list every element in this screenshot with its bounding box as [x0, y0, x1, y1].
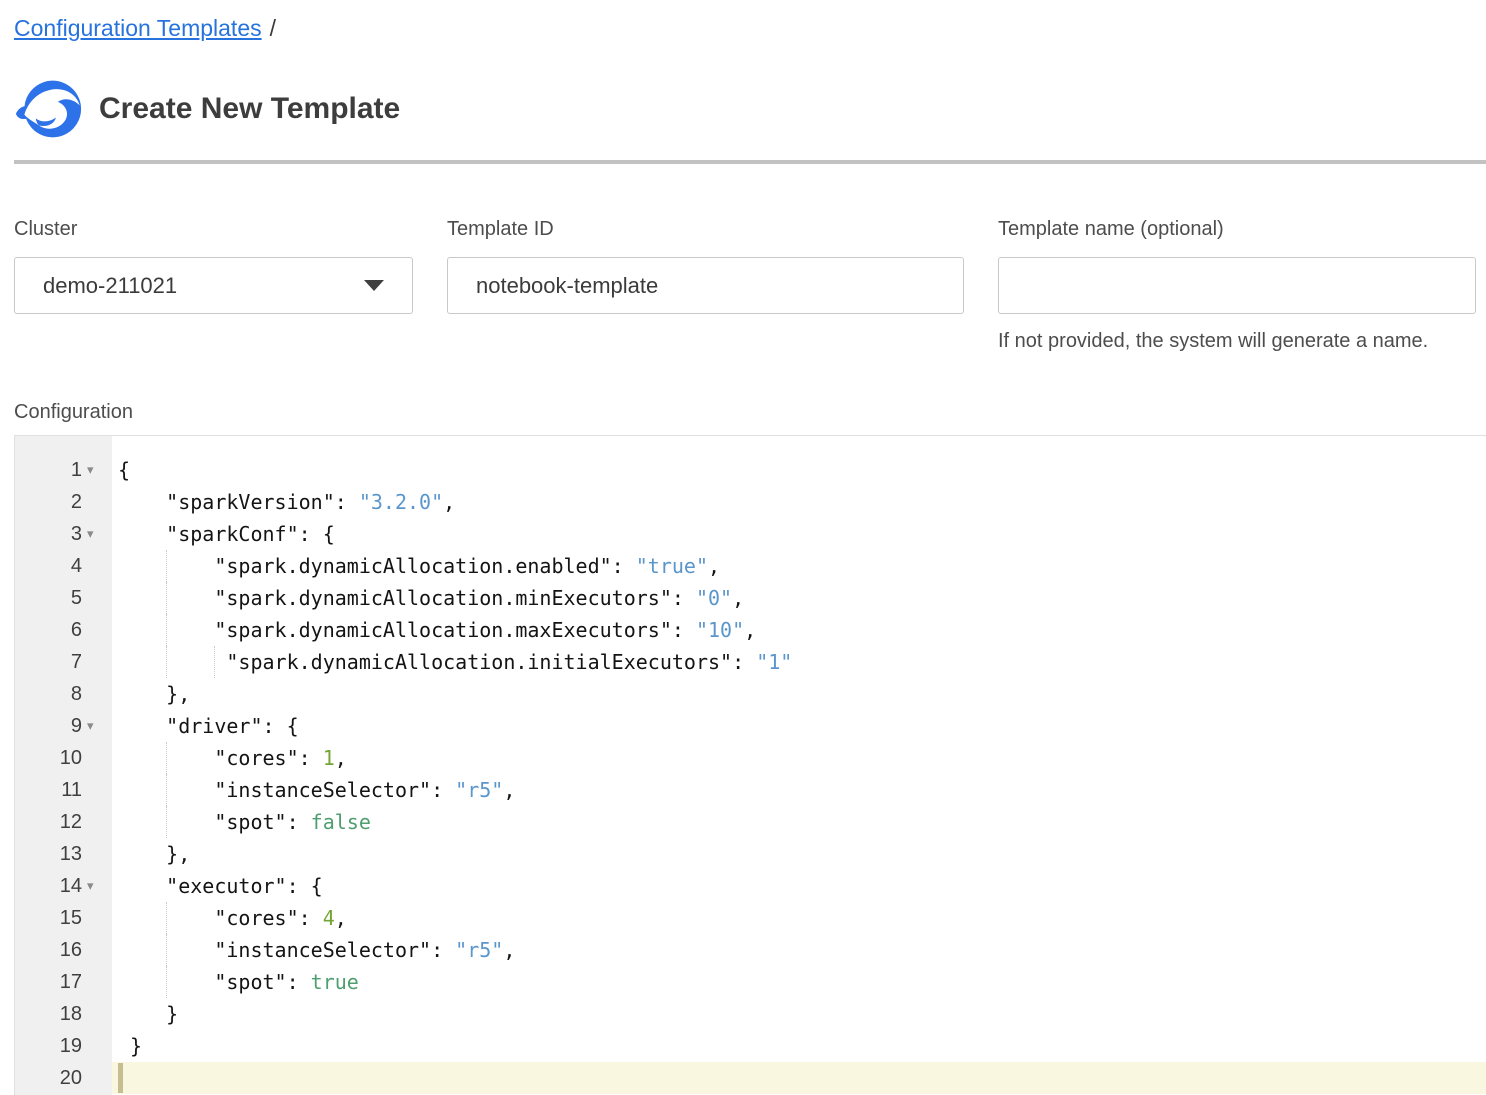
- editor-code[interactable]: { "sparkVersion": "3.2.0", "sparkConf": …: [112, 436, 1486, 1095]
- line-number: 11: [15, 779, 82, 802]
- code-line[interactable]: "executor": {: [112, 870, 1486, 902]
- line-number: 20: [15, 1067, 82, 1090]
- code-line[interactable]: }: [112, 1030, 1486, 1062]
- indent-guide: [166, 902, 167, 934]
- line-number: 18: [15, 1003, 82, 1026]
- configuration-editor[interactable]: 1▾23▾456789▾1011121314▾151617181920 { "s…: [14, 435, 1486, 1095]
- template-name-label: Template name (optional): [998, 217, 1476, 241]
- cluster-select[interactable]: demo-211021: [14, 257, 413, 314]
- indent-guide: [166, 774, 167, 806]
- breadcrumb-separator: /: [270, 15, 276, 41]
- line-number: 14: [15, 875, 82, 898]
- template-name-field: Template name (optional) If not provided…: [998, 217, 1476, 354]
- indent-guide: [214, 646, 215, 678]
- code-line[interactable]: "spark.dynamicAllocation.maxExecutors": …: [112, 614, 1486, 646]
- fold-arrow-icon[interactable]: ▾: [82, 719, 112, 734]
- indent-guide: [166, 582, 167, 614]
- code-line[interactable]: "sparkVersion": "3.2.0",: [112, 486, 1486, 518]
- template-id-label: Template ID: [447, 217, 964, 241]
- indent-guide: [166, 614, 167, 646]
- line-number: 13: [15, 843, 82, 866]
- code-line[interactable]: },: [112, 838, 1486, 870]
- line-number: 7: [15, 651, 82, 674]
- template-form: Cluster demo-211021 Template ID Template…: [14, 217, 1476, 354]
- breadcrumb-link-configuration-templates[interactable]: Configuration Templates: [14, 15, 262, 41]
- breadcrumb: Configuration Templates /: [14, 14, 1476, 42]
- code-line[interactable]: [112, 1062, 1486, 1094]
- code-line[interactable]: "instanceSelector": "r5",: [112, 774, 1486, 806]
- indent-guide: [166, 934, 167, 966]
- line-number: 9: [15, 715, 82, 738]
- line-number: 6: [15, 619, 82, 642]
- cluster-selected-value: demo-211021: [43, 273, 177, 299]
- line-number: 4: [15, 555, 82, 578]
- indent-guide: [166, 742, 167, 774]
- indent-guide: [166, 550, 167, 582]
- code-line[interactable]: }: [112, 998, 1486, 1030]
- ocean-wave-logo: [14, 78, 82, 140]
- indent-guide: [166, 806, 167, 838]
- code-line[interactable]: "spark.dynamicAllocation.enabled": "true…: [112, 550, 1486, 582]
- code-line[interactable]: "sparkConf": {: [112, 518, 1486, 550]
- code-line[interactable]: "spot": false: [112, 806, 1486, 838]
- indent-guide: [166, 646, 167, 678]
- page-title: Create New Template: [99, 92, 400, 126]
- cluster-field: Cluster demo-211021: [14, 217, 413, 354]
- configuration-label: Configuration: [14, 400, 1476, 424]
- cluster-label: Cluster: [14, 217, 413, 241]
- line-number: 17: [15, 971, 82, 994]
- code-line[interactable]: "cores": 4,: [112, 902, 1486, 934]
- line-number: 1: [15, 459, 82, 482]
- code-line[interactable]: {: [112, 454, 1486, 486]
- line-number: 16: [15, 939, 82, 962]
- line-number: 15: [15, 907, 82, 930]
- line-number: 12: [15, 811, 82, 834]
- fold-arrow-icon[interactable]: ▾: [82, 527, 112, 542]
- fold-arrow-icon[interactable]: ▾: [82, 879, 112, 894]
- line-number: 8: [15, 683, 82, 706]
- template-id-input[interactable]: [447, 257, 964, 314]
- indent-guide: [166, 966, 167, 998]
- code-line[interactable]: "instanceSelector": "r5",: [112, 934, 1486, 966]
- header-divider: [14, 160, 1486, 164]
- code-line[interactable]: "cores": 1,: [112, 742, 1486, 774]
- fold-arrow-icon[interactable]: ▾: [82, 463, 112, 478]
- chevron-down-icon: [364, 280, 384, 291]
- code-line[interactable]: "spark.dynamicAllocation.minExecutors": …: [112, 582, 1486, 614]
- code-line[interactable]: },: [112, 678, 1486, 710]
- code-line[interactable]: "spot": true: [112, 966, 1486, 998]
- template-name-input[interactable]: [998, 257, 1476, 314]
- code-line[interactable]: "driver": {: [112, 710, 1486, 742]
- line-number: 3: [15, 523, 82, 546]
- line-number: 5: [15, 587, 82, 610]
- code-line[interactable]: "spark.dynamicAllocation.initialExecutor…: [112, 646, 1486, 678]
- template-id-field: Template ID: [447, 217, 964, 354]
- text-cursor: [118, 1063, 123, 1093]
- line-number: 2: [15, 491, 82, 514]
- editor-gutter: 1▾23▾456789▾1011121314▾151617181920: [15, 436, 112, 1095]
- page-header: Create New Template: [14, 78, 1476, 140]
- template-name-helper-text: If not provided, the system will generat…: [998, 328, 1476, 354]
- line-number: 19: [15, 1035, 82, 1058]
- line-number: 10: [15, 747, 82, 770]
- create-template-page: Configuration Templates / Create New Temp…: [0, 0, 1486, 1095]
